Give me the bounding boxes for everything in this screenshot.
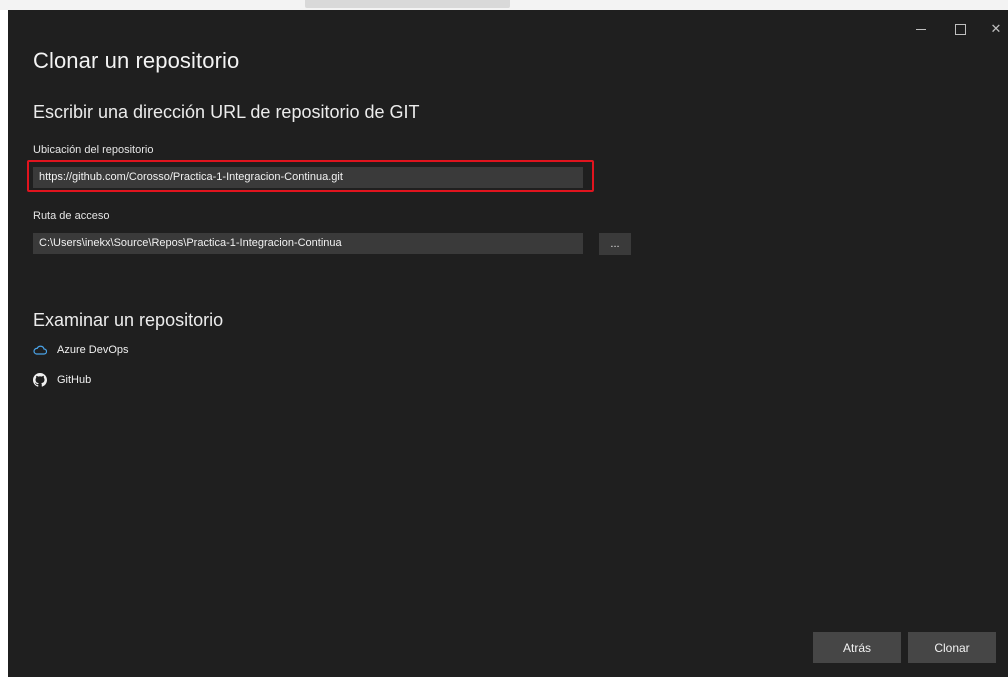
cloud-icon	[33, 343, 47, 357]
github-icon	[33, 373, 47, 387]
minimize-button[interactable]	[906, 16, 936, 42]
back-button[interactable]: Atrás	[813, 632, 901, 663]
minimize-icon	[916, 28, 926, 30]
path-label: Ruta de acceso	[33, 210, 110, 222]
close-button[interactable]: ✕	[981, 16, 1008, 42]
top-strip	[0, 0, 1008, 10]
git-url-heading: Escribir una dirección URL de repositori…	[33, 102, 420, 122]
azure-devops-label: Azure DevOps	[57, 344, 129, 356]
maximize-icon	[954, 23, 966, 35]
azure-devops-link[interactable]: Azure DevOps	[33, 343, 129, 357]
close-icon: ✕	[990, 21, 1002, 36]
background-tab	[305, 0, 510, 8]
github-link[interactable]: GitHub	[33, 373, 91, 387]
clone-button[interactable]: Clonar	[908, 632, 996, 663]
repo-location-label: Ubicación del repositorio	[33, 144, 154, 156]
repo-url-input[interactable]	[33, 167, 583, 188]
dialog-title: Clonar un repositorio	[33, 48, 240, 73]
browse-section-title: Examinar un repositorio	[33, 310, 224, 330]
browse-path-button[interactable]: ...	[599, 233, 631, 255]
clone-repository-dialog: ✕ Clonar un repositorio Escribir una dir…	[8, 10, 1008, 677]
path-input[interactable]	[33, 233, 583, 254]
github-label: GitHub	[57, 374, 92, 386]
maximize-button[interactable]	[945, 16, 975, 42]
